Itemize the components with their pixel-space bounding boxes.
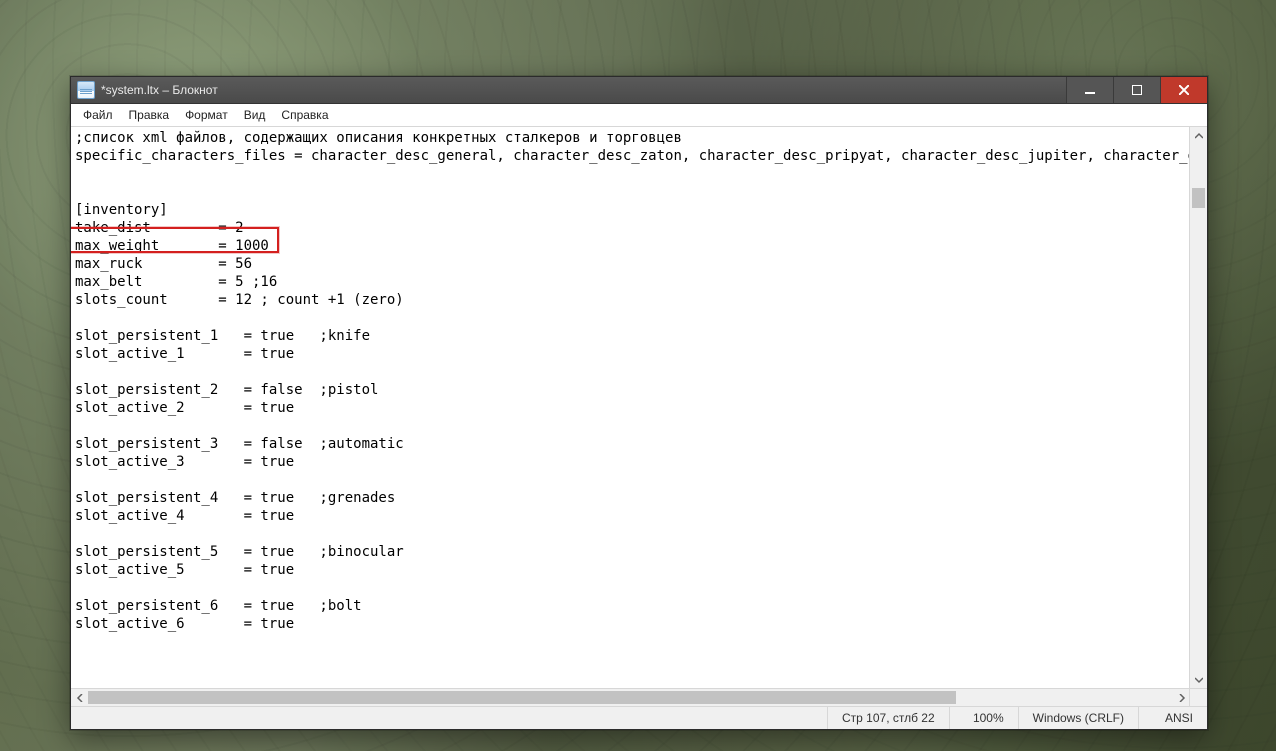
vertical-scrollbar[interactable]	[1189, 127, 1207, 688]
minimize-button[interactable]	[1066, 77, 1113, 103]
menu-view[interactable]: Вид	[236, 106, 274, 124]
horizontal-scroll-thumb[interactable]	[88, 691, 956, 704]
vertical-scroll-track[interactable]	[1190, 144, 1207, 671]
notepad-window: *system.ltx – Блокнот Файл Правка Формат…	[70, 76, 1208, 730]
chevron-right-icon	[1178, 694, 1186, 702]
menu-edit[interactable]: Правка	[121, 106, 178, 124]
maximize-button[interactable]	[1113, 77, 1160, 103]
chevron-down-icon	[1195, 676, 1203, 684]
editor-content[interactable]: ;список xml файлов, содержащих описания …	[75, 129, 1189, 633]
status-zoom: 100%	[950, 707, 1019, 729]
menu-format[interactable]: Формат	[177, 106, 236, 124]
horizontal-scrollbar[interactable]	[71, 688, 1190, 706]
horizontal-scroll-track[interactable]	[88, 689, 1173, 706]
status-position: Стр 107, стлб 22	[828, 707, 950, 729]
scroll-down-button[interactable]	[1190, 671, 1207, 688]
close-button[interactable]	[1160, 77, 1207, 103]
chevron-left-icon	[76, 694, 84, 702]
vertical-scroll-thumb[interactable]	[1192, 188, 1205, 208]
minimize-icon	[1085, 85, 1095, 95]
text-editor[interactable]: ;список xml файлов, содержащих описания …	[71, 127, 1207, 706]
statusbar-spacer	[71, 707, 828, 729]
chevron-up-icon	[1195, 132, 1203, 140]
statusbar: Стр 107, стлб 22 100% Windows (CRLF) ANS…	[71, 706, 1207, 729]
window-title: *system.ltx – Блокнот	[101, 83, 218, 97]
status-encoding: ANSI	[1139, 707, 1207, 729]
menubar: Файл Правка Формат Вид Справка	[71, 104, 1207, 127]
close-icon	[1179, 85, 1189, 95]
status-eol: Windows (CRLF)	[1019, 707, 1139, 729]
maximize-icon	[1132, 85, 1142, 95]
titlebar[interactable]: *system.ltx – Блокнот	[71, 77, 1207, 104]
scroll-up-button[interactable]	[1190, 127, 1207, 144]
scrollbar-corner	[1189, 688, 1207, 706]
editor-area: ;список xml файлов, содержащих описания …	[71, 127, 1207, 729]
scroll-right-button[interactable]	[1173, 689, 1190, 706]
menu-help[interactable]: Справка	[273, 106, 336, 124]
scroll-left-button[interactable]	[71, 689, 88, 706]
notepad-icon	[77, 81, 95, 99]
menu-file[interactable]: Файл	[75, 106, 121, 124]
